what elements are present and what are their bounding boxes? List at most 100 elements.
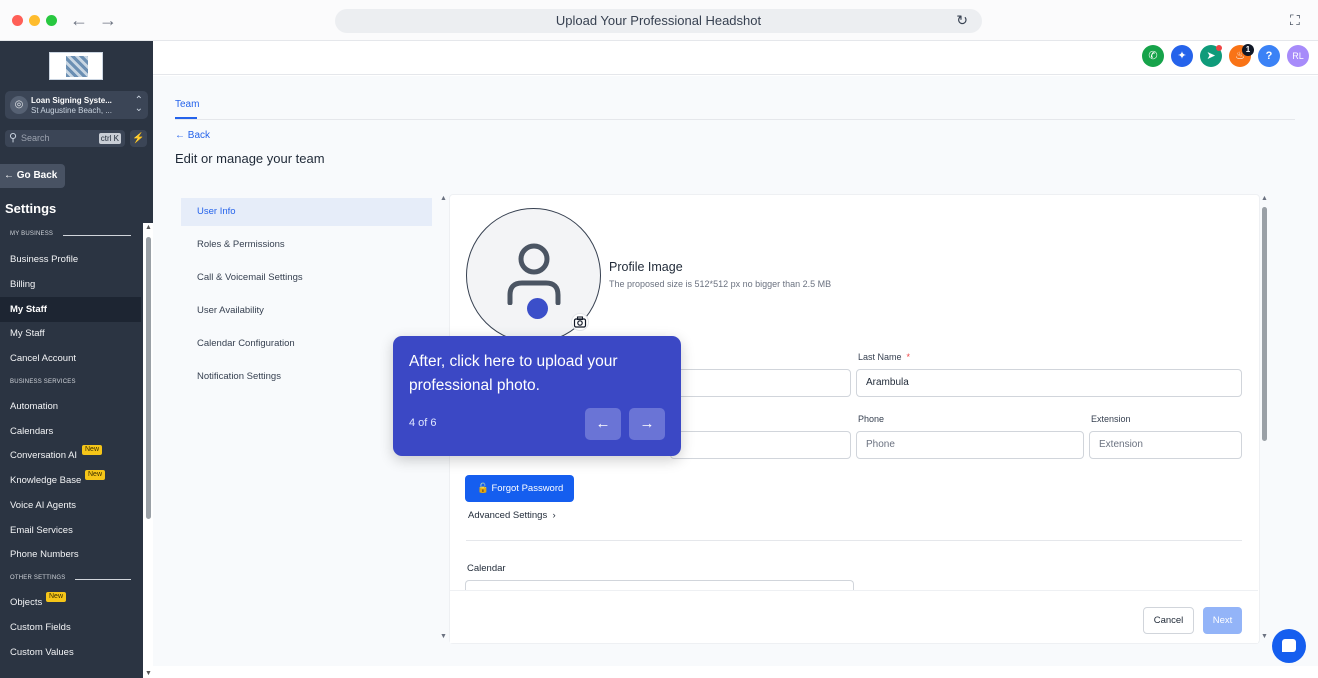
search-placeholder: Search — [21, 133, 50, 143]
new-badge: New — [85, 470, 106, 480]
phone-field[interactable]: Phone — [856, 431, 1084, 459]
scroll-up-icon[interactable]: ▲ — [1261, 195, 1268, 202]
scroll-thumb[interactable] — [146, 237, 151, 519]
sidebar-item-my-staff-active[interactable]: My Staff — [0, 297, 141, 322]
account-switcher[interactable]: ◎ Loan Signing Syste... St Augustine Bea… — [5, 91, 148, 119]
camera-icon[interactable] — [571, 313, 589, 331]
tab-user-availability[interactable]: User Availability — [181, 297, 432, 325]
tooltip-prev-button[interactable]: ← — [585, 408, 621, 440]
tab-call-voicemail[interactable]: Call & Voicemail Settings — [181, 264, 432, 292]
tooltip-message: After, click here to upload your profess… — [409, 353, 618, 394]
browser-back-icon[interactable]: ← — [70, 10, 88, 31]
profile-image-hint: The proposed size is 512*512 px no bigge… — [609, 279, 832, 289]
section-divider — [466, 540, 1242, 541]
chevron-updown-icon: ⌃ ⌄ — [134, 95, 143, 114]
user-avatar[interactable]: RL — [1287, 45, 1309, 67]
phone-icon[interactable]: ✆ — [1142, 45, 1164, 67]
sidebar-item-custom-fields[interactable]: Custom Fields — [0, 615, 141, 640]
extension-field[interactable]: Extension — [1089, 431, 1242, 459]
page-title: Edit or manage your team — [175, 151, 325, 166]
last-name-field[interactable]: Arambula — [856, 369, 1242, 397]
scroll-thumb[interactable] — [1262, 207, 1267, 441]
search-shortcut: ctrl K — [98, 133, 121, 144]
fullscreen-icon[interactable]: ⛶ — [1290, 12, 1300, 29]
sidebar-item-calendars[interactable]: Calendars — [0, 419, 141, 444]
scroll-down-icon[interactable]: ▼ — [440, 633, 447, 640]
reload-icon[interactable]: ↻ — [956, 12, 968, 29]
last-name-label-text: Last Name — [858, 352, 902, 362]
advanced-settings-toggle[interactable]: Advanced Settings › — [468, 510, 556, 521]
sidebar-item-billing[interactable]: Billing — [0, 272, 141, 297]
phone-label: Phone — [858, 414, 885, 424]
calendar-select[interactable] — [465, 580, 854, 590]
chat-widget-button[interactable] — [1272, 629, 1306, 663]
sidebar-item-my-staff[interactable]: My Staff — [0, 321, 141, 346]
forgot-password-label: Forgot Password — [491, 483, 564, 494]
section-divider — [75, 579, 131, 580]
sidebar-item-business-profile[interactable]: Business Profile — [0, 247, 141, 272]
scroll-up-icon[interactable]: ▲ — [145, 224, 152, 231]
account-location: St Augustine Beach, ... — [31, 106, 112, 115]
back-link[interactable]: ← Back — [175, 130, 210, 141]
scroll-down-icon[interactable]: ▼ — [145, 670, 152, 677]
advanced-settings-label: Advanced Settings — [468, 510, 548, 521]
close-window-button[interactable] — [12, 15, 23, 26]
location-icon: ◎ — [10, 96, 28, 114]
last-name-label: Last Name * — [858, 352, 910, 362]
sidebar-item-phone-numbers[interactable]: Phone Numbers — [0, 542, 141, 567]
sidebar-item-voice-ai-agents[interactable]: Voice AI Agents — [0, 493, 141, 518]
section-business-services: BUSINESS SERVICES — [10, 379, 76, 385]
notification-count: 1 — [1242, 44, 1254, 56]
tab-user-info[interactable]: User Info — [181, 198, 432, 226]
sidebar-item-automation[interactable]: Automation — [0, 394, 141, 419]
quick-action-icon[interactable]: ⚡ — [130, 130, 147, 147]
scroll-up-icon[interactable]: ▲ — [440, 195, 447, 202]
lock-icon: 🔓 — [477, 483, 489, 494]
announcement-dot — [1216, 45, 1222, 51]
sidebar-item-objects[interactable]: Objects — [0, 590, 141, 615]
required-mark: * — [906, 352, 911, 362]
email-field[interactable] — [670, 431, 851, 459]
sidebar-item-knowledge-base[interactable]: Knowledge Base — [0, 468, 141, 493]
first-name-field[interactable] — [670, 369, 851, 397]
help-button[interactable]: ? — [1258, 45, 1280, 67]
section-my-business: MY BUSINESS — [10, 231, 54, 237]
extension-label: Extension — [1091, 414, 1131, 424]
forgot-password-button[interactable]: 🔓 Forgot Password — [465, 475, 574, 502]
tab-divider — [175, 119, 1295, 120]
tab-team[interactable]: Team — [175, 99, 199, 110]
cancel-button[interactable]: Cancel — [1143, 607, 1194, 634]
account-name: Loan Signing Syste... — [31, 96, 112, 105]
section-other-settings: OTHER SETTINGS — [10, 575, 66, 581]
user-icon — [507, 243, 561, 305]
maximize-window-button[interactable] — [46, 15, 57, 26]
scroll-down-icon[interactable]: ▼ — [1261, 633, 1268, 640]
browser-chrome: ← → Upload Your Professional Headshot ↻ … — [0, 0, 1318, 41]
go-back-label: Go Back — [16, 170, 58, 181]
tooltip-step: 4 of 6 — [409, 417, 437, 429]
browser-forward-icon[interactable]: → — [99, 10, 117, 31]
sidebar: ◎ Loan Signing Syste... St Augustine Bea… — [0, 41, 153, 678]
card-scrollbar[interactable]: ▲ ▼ — [1261, 195, 1269, 643]
launchpad-icon[interactable]: ✦ — [1171, 45, 1193, 67]
sidebar-item-custom-values[interactable]: Custom Values — [0, 640, 141, 665]
upload-target-dot[interactable] — [527, 298, 548, 319]
chat-icon — [1282, 639, 1296, 652]
company-logo — [49, 52, 103, 80]
go-back-button[interactable]: ← Go Back — [0, 164, 65, 188]
tab-roles-permissions[interactable]: Roles & Permissions — [181, 231, 432, 259]
sidebar-item-email-services[interactable]: Email Services — [0, 518, 141, 543]
next-button[interactable]: Next — [1203, 607, 1242, 634]
search-icon: ⚲ — [9, 132, 18, 144]
search-input[interactable]: ⚲ Search ctrl K — [5, 130, 125, 147]
onboarding-tooltip: After, click here to upload your profess… — [393, 336, 681, 456]
sidebar-item-conversation-ai[interactable]: Conversation AI — [0, 443, 141, 468]
minimize-window-button[interactable] — [29, 15, 40, 26]
page-title-url: Upload Your Professional Headshot — [555, 13, 762, 28]
sidebar-scrollbar[interactable]: ▲ ▼ — [143, 223, 153, 678]
sidebar-item-cancel-account[interactable]: Cancel Account — [0, 346, 141, 371]
profile-image-title: Profile Image — [609, 260, 683, 274]
settings-title: Settings — [5, 201, 57, 216]
address-bar[interactable]: Upload Your Professional Headshot ↻ — [335, 9, 982, 33]
tooltip-next-button[interactable]: → — [629, 408, 665, 440]
